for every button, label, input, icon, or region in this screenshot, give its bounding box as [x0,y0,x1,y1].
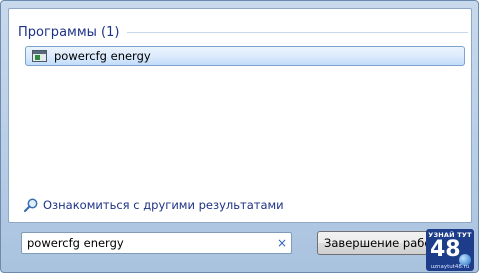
result-item-label: powercfg energy [54,49,151,63]
section-title[interactable]: Программы (1) [18,25,119,40]
search-box[interactable]: × [21,232,292,254]
clear-search-icon[interactable]: × [273,234,291,252]
search-results-panel: Программы (1) powercfg energy Ознакомить… [8,8,472,223]
search-icon [23,197,39,213]
more-results-label: Ознакомиться с другими результатами [43,198,284,212]
watermark-bottom-text: uznaytut48.ru [430,264,470,270]
more-results-link[interactable]: Ознакомиться с другими результатами [23,197,284,213]
section-divider [127,31,468,33]
search-input[interactable] [22,234,273,252]
console-app-icon [32,50,47,62]
watermark-logo: УЗНАЙ ТУТ 48 uznaytut48.ru [426,229,474,271]
result-item-powercfg[interactable]: powercfg energy [25,46,465,66]
programs-section-header: Программы (1) [18,22,468,42]
start-menu-frame: Программы (1) powercfg energy Ознакомить… [0,0,479,273]
watermark-number: 48 [430,237,461,262]
